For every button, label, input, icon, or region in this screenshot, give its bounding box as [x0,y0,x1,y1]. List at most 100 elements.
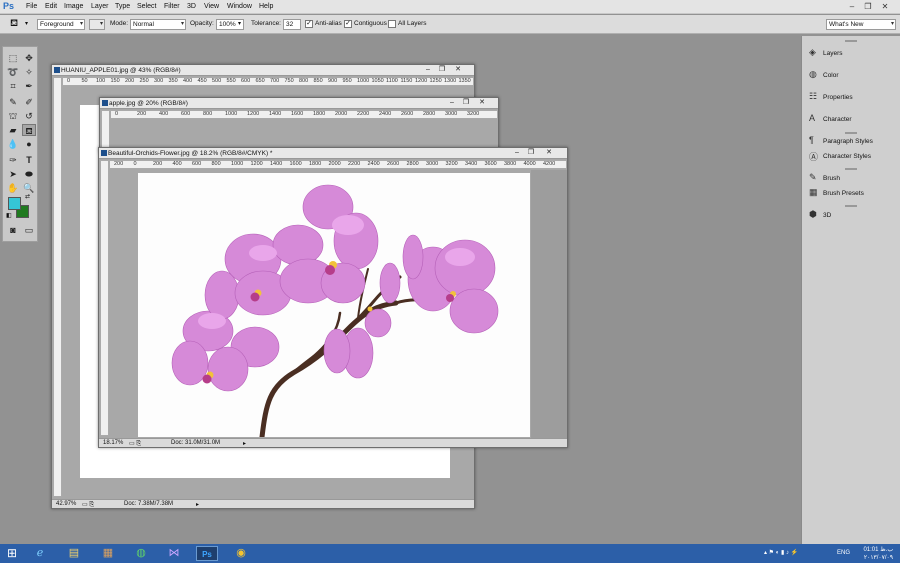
document-tab-apple[interactable]: apple.jpg @ 20% (RGB/8#) – ❐ ✕ [100,98,498,109]
move-tool-icon[interactable]: ✥ [22,52,36,64]
chrome-icon[interactable]: ◉ [231,546,251,561]
quick-mask-icon[interactable]: ◙ [6,224,20,236]
panel-label: Brush [823,175,840,182]
healing-brush-tool-icon[interactable]: ✎ [6,96,20,108]
visual-studio-icon[interactable]: ⋈ [164,546,184,561]
menu-file[interactable]: File [26,3,37,10]
pen-tool-icon[interactable]: ✑ [6,154,20,166]
document-tab-huaniu[interactable]: HUANIU_APPLE01.jpg @ 43% (RGB/8#) – ❐ ✕ [52,65,474,76]
ruler-tick-label: 2800 [423,111,436,117]
lasso-tool-icon[interactable]: ➰ [6,66,20,78]
ruler-tick-label: 100 [96,78,106,84]
default-colors-icon[interactable]: ◧ [6,212,12,219]
globe-icon[interactable]: ◍ [131,546,151,561]
anti-alias-checkbox[interactable]: ✓ [305,20,313,28]
panel-grip[interactable] [845,40,857,42]
ellipse-tool-icon[interactable]: ⬬ [22,168,36,180]
menu-window[interactable]: Window [227,3,252,10]
magic-wand-tool-icon[interactable]: ✧ [22,66,36,78]
marquee-tool-icon[interactable]: ⬚ [6,52,20,64]
menu-3d[interactable]: 3D [187,3,196,10]
blur-tool-icon[interactable]: 💧 [6,138,20,150]
panel-grip[interactable] [845,205,857,207]
crop-tool-icon[interactable]: ⌗ [6,80,20,92]
mode-select[interactable]: Normal ▾ [130,19,186,30]
internet-explorer-icon[interactable]: ℯ [30,546,50,561]
panel-character[interactable]: A Character [806,112,898,128]
orchid-photo[interactable] [138,173,530,437]
menu-help[interactable]: Help [259,3,273,10]
tools-panel: ⬚ ✥ ➰ ✧ ⌗ ✒ ✎ ✐ ⛫ ↺ ▰ ⛾ 💧 ● ✑ T ➤ ⬬ ✋ 🔍 … [2,46,38,242]
dodge-tool-icon[interactable]: ● [22,138,36,150]
panel-layers[interactable]: ◈ Layers [806,46,898,62]
workspace-select[interactable]: What's New ▾ [826,19,896,30]
restore-app-button[interactable]: ❐ [860,1,876,12]
panel-properties[interactable]: ☷ Properties [806,90,898,106]
menu-select[interactable]: Select [137,3,156,10]
zoom-level[interactable]: 42.97% [56,501,76,507]
menu-filter[interactable]: Filter [164,3,180,10]
swap-colors-icon[interactable]: ⇄ [25,193,30,200]
menu-view[interactable]: View [204,3,219,10]
language-indicator[interactable]: ENG [837,550,850,556]
all-layers-checkbox[interactable] [388,20,396,28]
path-selection-tool-icon[interactable]: ➤ [6,168,20,180]
brush-tool-icon[interactable]: ✐ [22,96,36,108]
tray-icons[interactable]: ▴ ⚑ ◐ ▮ ♪ ⚡ [764,549,798,556]
close-icon[interactable]: ✕ [452,65,464,75]
file-explorer-icon[interactable]: ▤ [64,546,84,561]
panel-brush-presets[interactable]: ▦ Brush Presets [806,186,898,202]
minimize-icon[interactable]: – [511,148,523,158]
minimize-icon[interactable]: – [446,98,458,108]
menu-image[interactable]: Image [64,3,83,10]
minimize-icon[interactable]: – [422,65,434,75]
tolerance-label: Tolerance: [251,20,281,27]
status-arrow-icon[interactable]: ▸ [243,440,246,447]
panel-paragraph-styles[interactable]: ¶ Paragraph Styles [806,134,898,150]
document-window-orchid[interactable]: Beautiful-Orchids-Flower.jpg @ 18.2% (RG… [98,147,568,448]
panel-brush[interactable]: ✎ Brush [806,171,898,187]
paint-bucket-icon[interactable]: ⛾ [10,18,18,31]
menu-type[interactable]: Type [115,3,130,10]
pattern-picker[interactable]: ▾ [89,19,105,30]
eyedropper-tool-icon[interactable]: ✒ [22,80,36,92]
tolerance-input[interactable]: 32 [283,19,301,30]
close-icon[interactable]: ✕ [476,98,488,108]
fill-source-select[interactable]: Foreground ▾ [37,19,85,30]
panel-color[interactable]: ◍ Color [806,68,898,84]
clone-stamp-tool-icon[interactable]: ⛫ [6,110,20,122]
close-icon[interactable]: ✕ [543,148,555,158]
screen-mode-icon[interactable]: ▭ [22,224,36,236]
maximize-icon[interactable]: ❐ [436,65,448,75]
menu-edit[interactable]: Edit [45,3,57,10]
ruler-tick-label: 3200 [445,161,458,167]
panel-grip[interactable] [845,168,857,170]
paint-bucket-tool-icon[interactable]: ⛾ [22,124,36,136]
history-brush-tool-icon[interactable]: ↺ [22,110,36,122]
zoom-level[interactable]: 18.17% [103,440,123,446]
panel-character-styles[interactable]: Ⓐ Character Styles [806,149,898,165]
contiguous-checkbox[interactable]: ✓ [344,20,352,28]
opacity-dropdown-icon[interactable]: ▾ [238,20,241,27]
ruler-tick-label: 2200 [357,111,370,117]
document-tab-orchid[interactable]: Beautiful-Orchids-Flower.jpg @ 18.2% (RG… [99,148,567,159]
maximize-icon[interactable]: ❐ [460,98,472,108]
menu-layer[interactable]: Layer [91,3,109,10]
start-icon[interactable]: ⊞ [3,546,21,561]
clock[interactable]: 01:01 ب.ظ ۲۰۱۳/۰۷/۰۹ [863,547,893,561]
photoshop-icon[interactable]: Ps [196,546,218,561]
foreground-color-swatch[interactable] [8,197,21,210]
type-tool-icon[interactable]: T [22,154,36,166]
ruler-tick-label: 1150 [400,78,413,84]
tool-preset-dropdown-icon[interactable]: ▾ [25,20,28,27]
eraser-tool-icon[interactable]: ▰ [6,124,20,136]
panel-3d[interactable]: ⬢ 3D [806,208,898,224]
close-app-button[interactable]: ✕ [877,1,893,12]
maximize-icon[interactable]: ❐ [525,148,537,158]
hand-tool-icon[interactable]: ✋ [6,182,20,194]
minimize-app-button[interactable]: – [844,1,860,12]
document-window-apple[interactable]: apple.jpg @ 20% (RGB/8#) – ❐ ✕ 0 200 400 60… [99,97,499,153]
ruler-tick-label: 1000 [357,78,370,84]
status-arrow-icon[interactable]: ▸ [196,501,199,508]
archive-icon[interactable]: ▦ [98,546,118,561]
